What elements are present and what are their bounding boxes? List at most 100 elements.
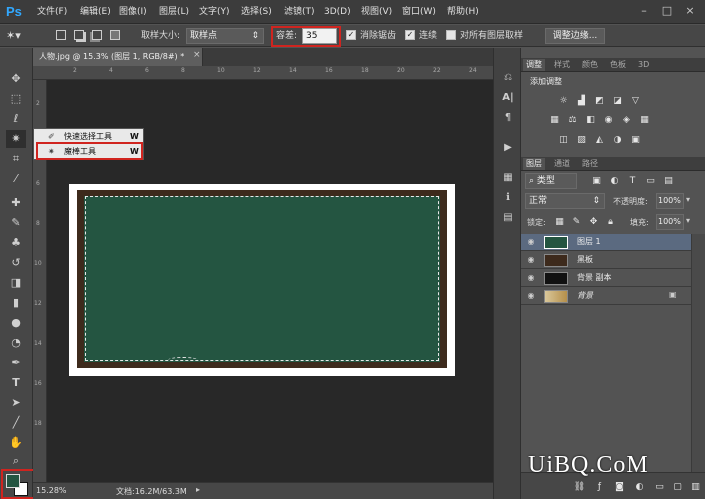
add-selection-icon[interactable]: [74, 30, 84, 40]
minimize-button[interactable]: –: [637, 4, 651, 18]
lock-position-icon[interactable]: ✥: [587, 216, 600, 228]
marquee-tool-icon[interactable]: ⬚: [6, 90, 26, 108]
eye-icon[interactable]: ◉: [525, 273, 537, 283]
zoom-level[interactable]: 15.28%: [36, 486, 67, 495]
foreground-color-swatch[interactable]: [6, 474, 20, 488]
fill-input[interactable]: 100%: [656, 214, 684, 230]
new-selection-icon[interactable]: [56, 30, 66, 40]
sample-all-layers-checkbox[interactable]: ✓: [446, 30, 456, 40]
black-white-icon[interactable]: ◧: [584, 114, 597, 126]
color-balance-icon[interactable]: ⚖: [566, 114, 579, 126]
tab-adjustments[interactable]: 调整: [523, 59, 545, 71]
tab-layers[interactable]: 图层: [523, 158, 545, 170]
contiguous-checkbox[interactable]: ✓: [405, 30, 415, 40]
paragraph-panel-icon[interactable]: ¶: [500, 110, 516, 126]
zoom-tool-icon[interactable]: ⌕: [6, 452, 26, 470]
history-panel-icon[interactable]: ⎌: [500, 70, 516, 86]
subtract-selection-icon[interactable]: [92, 30, 102, 40]
magic-wand-preset-icon[interactable]: ✶▾: [6, 28, 36, 44]
maximize-button[interactable]: □: [660, 4, 674, 18]
tab-styles[interactable]: 样式: [551, 59, 573, 71]
new-layer-icon[interactable]: ▢: [671, 481, 684, 493]
layer-row[interactable]: ◉ 背景 ▣: [521, 288, 691, 305]
tab-swatches[interactable]: 色板: [607, 59, 629, 71]
move-tool-icon[interactable]: ✥: [6, 70, 26, 88]
menu-file[interactable]: 文件(F): [37, 5, 67, 19]
brightness-contrast-icon[interactable]: ☼: [557, 95, 570, 107]
eyedropper-tool-icon[interactable]: ⁄: [6, 170, 26, 188]
color-lookup-icon[interactable]: ▦: [638, 114, 651, 126]
channel-mixer-icon[interactable]: ◈: [620, 114, 633, 126]
properties-panel-icon[interactable]: ▤: [500, 210, 516, 226]
tolerance-input[interactable]: 35: [302, 28, 337, 44]
add-mask-icon[interactable]: ◙: [613, 481, 626, 493]
layer-row[interactable]: ◉ 背景 副本: [521, 270, 691, 287]
document-tab[interactable]: 人物.jpg @ 15.3% (图层 1, RGB/8#) * ×: [33, 48, 203, 66]
layer-name[interactable]: 黑板: [577, 254, 593, 266]
eye-icon[interactable]: ◉: [525, 237, 537, 247]
fill-slider-arrow-icon[interactable]: ▾: [686, 216, 690, 225]
eye-icon[interactable]: ◉: [525, 291, 537, 301]
gradient-map-icon[interactable]: ◑: [611, 134, 624, 146]
magic-wand-tool-icon[interactable]: ✷: [6, 130, 26, 148]
tab-3d[interactable]: 3D: [635, 59, 652, 71]
blur-tool-icon[interactable]: ●: [6, 314, 26, 332]
history-brush-icon[interactable]: ↺: [6, 254, 26, 272]
close-window-button[interactable]: ×: [683, 4, 697, 18]
lock-image-icon[interactable]: ✎: [570, 216, 583, 228]
filter-smart-icon[interactable]: ▤: [662, 175, 675, 187]
clone-stamp-icon[interactable]: ♣: [6, 234, 26, 252]
type-tool-icon[interactable]: T: [6, 374, 26, 392]
gradient-tool-icon[interactable]: ▮: [6, 294, 26, 312]
invert-icon[interactable]: ◫: [557, 134, 570, 146]
vibrance-icon[interactable]: ▽: [629, 95, 642, 107]
menu-edit[interactable]: 编辑(E): [80, 5, 111, 19]
hand-tool-icon[interactable]: ✋: [6, 434, 26, 452]
layer-filter-select[interactable]: ⌕ 类型: [525, 173, 577, 189]
actions-panel-icon[interactable]: ▶: [500, 140, 516, 156]
pen-tool-icon[interactable]: ✒: [6, 354, 26, 372]
menu-layer[interactable]: 图层(L): [159, 5, 189, 19]
filter-type-icon[interactable]: T: [626, 175, 639, 187]
exposure-icon[interactable]: ◪: [611, 95, 624, 107]
swatches-panel-icon[interactable]: ▦: [500, 170, 516, 186]
opacity-slider-arrow-icon[interactable]: ▾: [686, 195, 690, 204]
layer-name[interactable]: 图层 1: [577, 236, 601, 248]
intersect-selection-icon[interactable]: [110, 30, 120, 40]
info-panel-icon[interactable]: ℹ: [500, 190, 516, 206]
close-tab-icon[interactable]: ×: [193, 50, 201, 60]
line-tool-icon[interactable]: ╱: [6, 414, 26, 432]
menu-3d[interactable]: 3D(D): [324, 5, 351, 19]
dodge-tool-icon[interactable]: ◔: [6, 334, 26, 352]
opacity-input[interactable]: 100%: [656, 193, 684, 209]
blend-mode-select[interactable]: 正常 ⇕: [525, 193, 605, 209]
healing-brush-icon[interactable]: ✚: [6, 194, 26, 212]
menu-select[interactable]: 选择(S): [241, 5, 272, 19]
layer-row[interactable]: ◉ 黑板: [521, 252, 691, 269]
menu-filter[interactable]: 滤镜(T): [284, 5, 315, 19]
sample-size-select[interactable]: 取样点 ⇕: [186, 28, 264, 44]
path-selection-icon[interactable]: ➤: [6, 394, 26, 412]
status-menu-arrow-icon[interactable]: ▸: [196, 485, 200, 494]
layer-name[interactable]: 背景 副本: [577, 272, 612, 284]
hue-saturation-icon[interactable]: ▦: [548, 114, 561, 126]
eye-icon[interactable]: ◉: [525, 255, 537, 265]
menu-help[interactable]: 帮助(H): [447, 5, 479, 19]
menu-image[interactable]: 图像(I): [119, 5, 147, 19]
link-layers-icon[interactable]: ⛓: [573, 481, 586, 493]
filter-shape-icon[interactable]: ▭: [644, 175, 657, 187]
character-panel-icon[interactable]: A|: [500, 90, 516, 106]
threshold-icon[interactable]: ◭: [593, 134, 606, 146]
eraser-tool-icon[interactable]: ◨: [6, 274, 26, 292]
new-group-icon[interactable]: ▭: [653, 481, 666, 493]
refine-edge-button[interactable]: 调整边缘...: [545, 28, 605, 44]
curves-icon[interactable]: ◩: [593, 95, 606, 107]
menu-window[interactable]: 窗口(W): [402, 5, 436, 19]
levels-icon[interactable]: ▟: [575, 95, 588, 107]
layers-scrollbar[interactable]: [691, 234, 705, 472]
crop-tool-icon[interactable]: ⌗: [6, 150, 26, 168]
antialias-checkbox[interactable]: ✓: [346, 30, 356, 40]
delete-layer-icon[interactable]: ▥: [689, 481, 702, 493]
lock-transparent-icon[interactable]: ▦: [553, 216, 566, 228]
filter-pixel-icon[interactable]: ▣: [590, 175, 603, 187]
